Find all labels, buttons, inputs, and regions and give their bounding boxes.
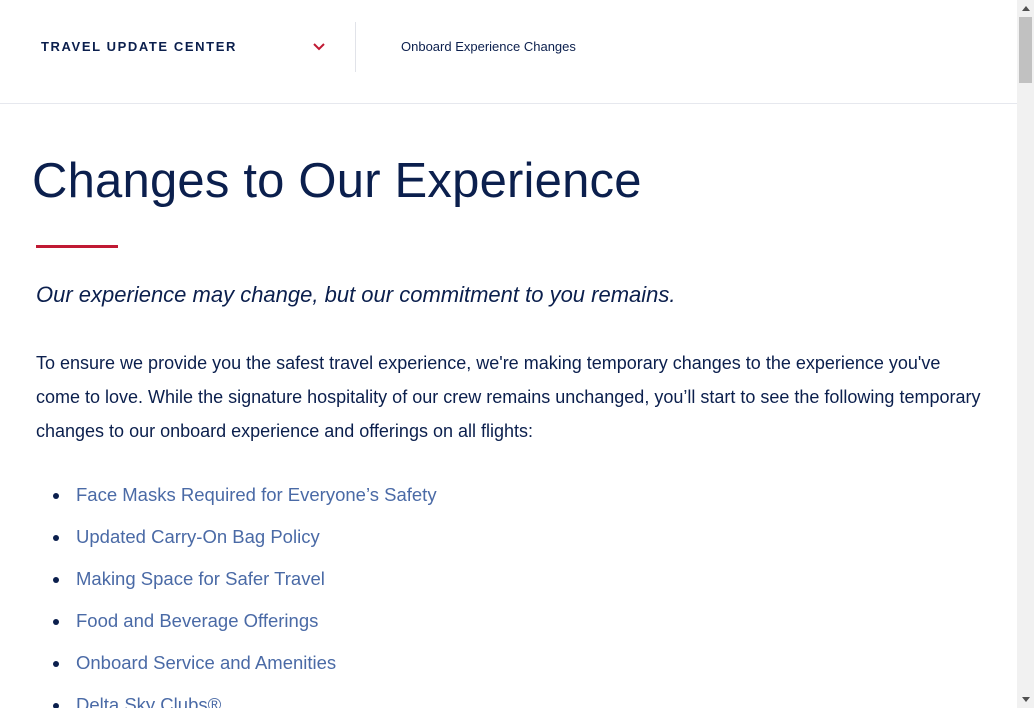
breadcrumb: Onboard Experience Changes	[401, 39, 576, 54]
page-title: Changes to Our Experience	[32, 154, 642, 208]
intro-paragraph: To ensure we provide you the safest trav…	[36, 353, 981, 441]
bullet	[53, 577, 59, 583]
bullet	[53, 619, 59, 625]
vertical-scrollbar[interactable]	[1017, 0, 1034, 708]
chevron-down-icon[interactable]	[309, 37, 329, 57]
divider	[355, 22, 356, 72]
bullet	[53, 535, 59, 541]
list-item: Food and Beverage Offerings	[36, 607, 736, 649]
list-item: Making Space for Safer Travel	[36, 565, 736, 607]
scrollbar-thumb[interactable]	[1019, 17, 1032, 83]
link-food-beverage[interactable]: Food and Beverage Offerings	[76, 610, 318, 632]
link-carry-on-bag-policy[interactable]: Updated Carry-On Bag Policy	[76, 526, 320, 548]
scroll-up-arrow-icon[interactable]	[1017, 0, 1034, 17]
top-bar: TRAVEL UPDATE CENTER Onboard Experience …	[0, 0, 1017, 104]
page-subtitle: Our experience may change, but our commi…	[36, 282, 676, 307]
link-face-masks[interactable]: Face Masks Required for Everyone’s Safet…	[76, 484, 437, 506]
bullet	[53, 493, 59, 499]
list-item: Delta Sky Clubs®	[36, 691, 736, 708]
link-onboard-service[interactable]: Onboard Service and Amenities	[76, 652, 336, 674]
scroll-down-arrow-icon[interactable]	[1017, 691, 1034, 708]
section-title[interactable]: TRAVEL UPDATE CENTER	[41, 39, 237, 54]
title-accent-rule	[36, 245, 118, 248]
bullet	[53, 661, 59, 667]
link-safer-travel[interactable]: Making Space for Safer Travel	[76, 568, 325, 590]
bullet	[53, 703, 59, 708]
page: TRAVEL UPDATE CENTER Onboard Experience …	[0, 0, 1017, 708]
list-item: Face Masks Required for Everyone’s Safet…	[36, 481, 736, 523]
changes-link-list: Face Masks Required for Everyone’s Safet…	[36, 481, 736, 708]
link-sky-clubs[interactable]: Delta Sky Clubs®	[76, 694, 221, 708]
list-item: Updated Carry-On Bag Policy	[36, 523, 736, 565]
list-item: Onboard Service and Amenities	[36, 649, 736, 691]
